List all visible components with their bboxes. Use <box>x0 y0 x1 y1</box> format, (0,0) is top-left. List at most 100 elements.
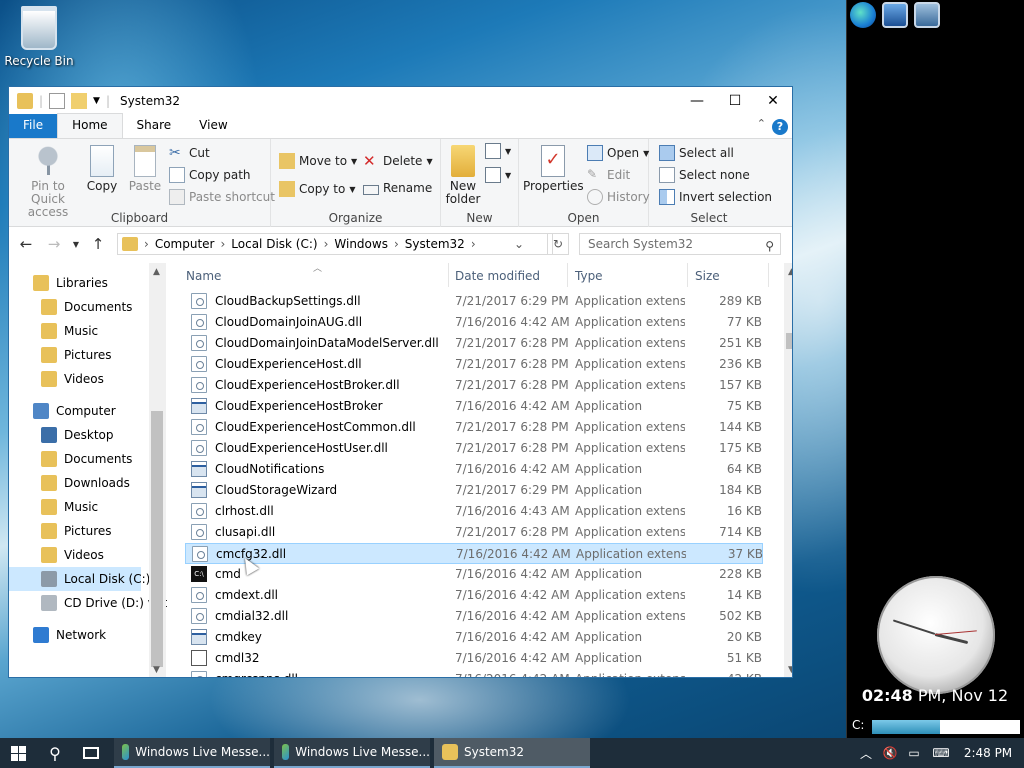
table-row[interactable]: C:\ cmd 7/16/2016 4:42 AM Application 228 KB <box>185 564 763 585</box>
paste-shortcut-button[interactable]: Paste shortcut <box>169 189 275 205</box>
file-scroll-down-icon[interactable]: ▼ <box>788 665 792 675</box>
start-button[interactable] <box>0 738 36 768</box>
delete-button[interactable]: ✕ Delete ▼ <box>363 153 433 169</box>
nav-item-computer[interactable]: Computer <box>33 399 116 423</box>
select-none-button[interactable]: Select none <box>659 167 750 183</box>
tab-share[interactable]: Share <box>123 114 186 138</box>
keyboard-icon[interactable]: ⌨ <box>928 738 954 768</box>
open-button[interactable]: Open ▼ <box>587 145 649 161</box>
table-row[interactable]: CloudExperienceHostBroker 7/16/2016 4:42 … <box>185 396 763 417</box>
easy-access-button[interactable]: ▼ <box>485 167 511 183</box>
table-row[interactable]: cmdext.dll 7/16/2016 4:42 AM Application e… <box>185 585 763 606</box>
help-button[interactable]: ? <box>772 119 788 135</box>
table-row[interactable]: clusapi.dll 7/21/2017 6:28 PM Application … <box>185 522 763 543</box>
table-row[interactable]: CloudStorageWizard 7/21/2017 6:29 PM Appli… <box>185 480 763 501</box>
breadcrumb-computer[interactable]: Computer <box>155 237 215 251</box>
taskbar-button[interactable]: Windows Live Messe... <box>114 738 270 768</box>
new-folder-quick-icon[interactable] <box>71 93 88 109</box>
history-button[interactable]: History <box>587 189 650 205</box>
file-list-scrollbar[interactable]: ▲ ▼ <box>784 263 792 677</box>
recycle-bin-shortcut[interactable]: Recycle Bin <box>2 6 76 68</box>
switch-windows-icon[interactable] <box>914 2 940 28</box>
table-row[interactable]: CloudExperienceHostBroker.dll 7/21/2017 6… <box>185 375 763 396</box>
table-row[interactable]: CloudExperienceHostCommon.dll 7/21/2017 6… <box>185 417 763 438</box>
file-scroll-thumb[interactable] <box>786 333 792 349</box>
nav-scroll-down-icon[interactable]: ▼ <box>153 665 160 675</box>
back-arrow-icon[interactable]: ← <box>15 235 37 253</box>
properties-button[interactable]: ✓ Properties <box>523 145 584 193</box>
nav-item-documents[interactable]: Documents <box>41 447 132 471</box>
taskbar-button[interactable]: System32 <box>434 738 590 768</box>
table-row[interactable]: CloudDomainJoinAUG.dll 7/16/2016 4:42 AM A… <box>185 312 763 333</box>
table-row[interactable]: CloudExperienceHost.dll 7/21/2017 6:28 PM… <box>185 354 763 375</box>
nav-item-pictures[interactable]: Pictures <box>41 519 112 543</box>
copy-to-button[interactable]: Copy to ▼ <box>279 181 355 197</box>
nav-item-local-disk-c[interactable]: Local Disk (C:) <box>41 567 150 591</box>
new-folder-button[interactable]: New folder <box>445 145 481 206</box>
task-view-icon[interactable] <box>76 738 106 768</box>
nav-item-libraries[interactable]: Libraries <box>33 271 108 295</box>
tab-file[interactable]: File <box>9 114 58 138</box>
file-scroll-up-icon[interactable]: ▲ <box>788 267 792 277</box>
nav-item-desktop[interactable]: Desktop <box>41 423 114 447</box>
customize-quick-access-icon[interactable]: ▼ <box>93 96 100 106</box>
collapse-ribbon-icon[interactable]: ⌃ <box>757 117 766 130</box>
table-row[interactable]: CloudBackupSettings.dll 7/21/2017 6:29 PM… <box>185 291 763 312</box>
edit-button[interactable]: ✎ Edit <box>587 167 630 183</box>
nav-scroll-up-icon[interactable]: ▲ <box>153 267 160 277</box>
show-hidden-icons-icon[interactable]: ︿ <box>856 738 876 768</box>
search-icon[interactable]: ⚲ <box>40 738 70 768</box>
nav-item-downloads[interactable]: Downloads <box>41 471 130 495</box>
copy-button[interactable]: Copy <box>85 145 119 193</box>
taskbar-button[interactable]: Windows Live Messe... <box>274 738 430 768</box>
nav-item-music[interactable]: Music <box>41 319 98 343</box>
table-row[interactable]: CloudExperienceHostUser.dll 7/21/2017 6:2… <box>185 438 763 459</box>
nav-item-pictures[interactable]: Pictures <box>41 343 112 367</box>
nav-item-music[interactable]: Music <box>41 495 98 519</box>
table-row[interactable]: cmdl32 7/16/2016 4:42 AM Application 51 KB <box>185 648 763 669</box>
table-row[interactable]: CloudNotifications 7/16/2016 4:42 AM Appli… <box>185 459 763 480</box>
nav-item-videos[interactable]: Videos <box>41 543 104 567</box>
network-tray-icon[interactable]: ▭ <box>904 738 924 768</box>
maximize-button[interactable]: ☐ <box>716 87 754 115</box>
minimize-button[interactable]: — <box>678 87 716 115</box>
show-desktop-icon[interactable] <box>882 2 908 28</box>
paste-button[interactable]: Paste <box>125 145 165 193</box>
table-row[interactable]: cmdkey 7/16/2016 4:42 AM Application 20 KB <box>185 627 763 648</box>
properties-quick-icon[interactable] <box>49 93 66 109</box>
taskbar-clock[interactable]: 2:48 PM <box>958 738 1018 768</box>
forward-arrow-icon[interactable]: → <box>43 235 65 253</box>
table-row[interactable]: cmgrcspps.dll 7/16/2016 4:42 AM Applicatio… <box>185 669 763 677</box>
up-arrow-icon[interactable]: ↑ <box>87 235 109 253</box>
column-type[interactable]: Type <box>575 269 603 283</box>
nav-scroll-thumb[interactable] <box>151 411 163 667</box>
pin-to-quick-access-button[interactable]: Pin to Quick access <box>13 145 83 219</box>
column-name[interactable]: Name <box>186 269 221 283</box>
tab-home[interactable]: Home <box>57 113 123 138</box>
table-row[interactable]: clrhost.dll 7/16/2016 4:43 AM Application … <box>185 501 763 522</box>
cut-button[interactable]: ✂ Cut <box>169 145 210 161</box>
invert-selection-button[interactable]: Invert selection <box>659 189 772 205</box>
rename-button[interactable]: Rename <box>363 181 432 195</box>
refresh-icon[interactable]: ↻ <box>547 233 569 255</box>
nav-scrollbar[interactable]: ▲ ▼ <box>149 263 166 677</box>
copy-path-button[interactable]: Copy path <box>169 167 251 183</box>
breadcrumb-windows[interactable]: Windows <box>334 237 388 251</box>
address-dropdown-icon[interactable]: ⌄ <box>514 237 524 251</box>
close-button[interactable]: ✕ <box>754 87 792 115</box>
nav-item-documents[interactable]: Documents <box>41 295 132 319</box>
table-row[interactable]: cmcfg32.dll 7/16/2016 4:42 AM Application … <box>185 543 763 564</box>
select-all-button[interactable]: Select all <box>659 145 734 161</box>
breadcrumb-local-disk[interactable]: Local Disk (C:) <box>231 237 317 251</box>
recent-locations-icon[interactable]: ▼ <box>71 240 81 249</box>
tab-view[interactable]: View <box>185 114 241 138</box>
volume-muted-icon[interactable]: 🔇 <box>880 738 900 768</box>
nav-item-network[interactable]: Network <box>33 623 106 647</box>
table-row[interactable]: CloudDomainJoinDataModelServer.dll 7/21/2… <box>185 333 763 354</box>
column-size[interactable]: Size <box>695 269 720 283</box>
table-row[interactable]: cmdial32.dll 7/16/2016 4:42 AM Application… <box>185 606 763 627</box>
move-to-button[interactable]: Move to ▼ <box>279 153 357 169</box>
search-input[interactable]: Search System32 ⚲ <box>579 233 781 255</box>
edge-browser-icon[interactable] <box>850 2 876 28</box>
breadcrumb[interactable]: › Computer › Local Disk (C:) › Windows ›… <box>117 233 553 255</box>
